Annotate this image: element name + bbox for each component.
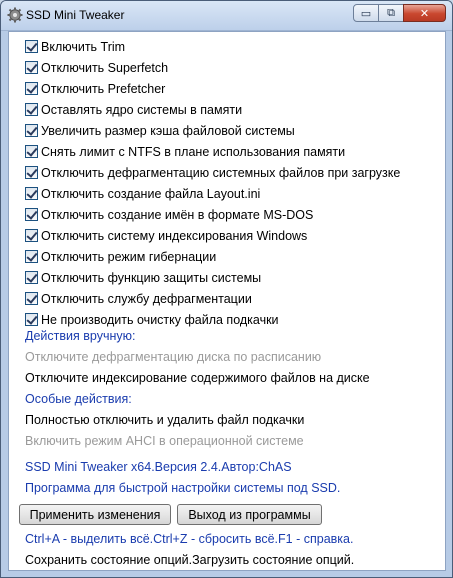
option-label: Отключить функцию защиты системы — [41, 270, 262, 285]
app-description: Программа для быстрой настройки системы … — [25, 481, 341, 495]
checkbox[interactable] — [25, 292, 38, 305]
exit-button[interactable]: Выход из программы — [177, 504, 322, 525]
option-label: Отключить дефрагментацию системных файло… — [41, 165, 401, 180]
option-disable-hibernation[interactable]: Отключить режим гибернации — [25, 246, 400, 267]
option-disable-superfetch[interactable]: Отключить Superfetch — [25, 57, 400, 78]
option-label: Отключить службу дефрагментации — [41, 291, 252, 306]
manual-action-scheduled-defrag: Отключите дефрагментацию диска по распис… — [25, 350, 322, 364]
minimize-button[interactable]: ▭ — [353, 4, 379, 22]
checkbox[interactable] — [25, 166, 38, 179]
option-disable-msdos-names[interactable]: Отключить создание имён в формате MS-DOS — [25, 204, 400, 225]
option-label: Включить Trim — [41, 39, 126, 54]
checkbox[interactable] — [25, 313, 38, 326]
minimize-icon: ▭ — [360, 6, 372, 20]
option-disable-boot-defrag[interactable]: Отключить дефрагментацию системных файло… — [25, 162, 400, 183]
client-area: Включить Trim Отключить Superfetch Отклю… — [8, 31, 446, 571]
manual-action-disable-content-indexing[interactable]: Отключите индексирование содержимого фай… — [25, 371, 370, 385]
apply-changes-button[interactable]: Применить изменения — [19, 504, 171, 525]
save-load-state-links[interactable]: Сохранить состояние опций.Загрузить сост… — [25, 553, 354, 567]
checkbox[interactable] — [25, 82, 38, 95]
restore-icon: ⧉ — [387, 6, 395, 19]
window-controls: ▭ ⧉ ✕ — [353, 4, 446, 22]
checkbox[interactable] — [25, 187, 38, 200]
checkbox[interactable] — [25, 103, 38, 116]
window-title: SSD Mini Tweaker — [26, 8, 125, 22]
option-disable-defrag-service[interactable]: Отключить службу дефрагментации — [25, 288, 400, 309]
special-action-remove-pagefile[interactable]: Полностью отключить и удалить файл подка… — [25, 413, 304, 427]
option-disable-prefetcher[interactable]: Отключить Prefetcher — [25, 78, 400, 99]
version-info: SSD Mini Tweaker x64.Версия 2.4.Автор:Ch… — [25, 460, 292, 474]
option-label: Оставлять ядро системы в памяти — [41, 102, 243, 117]
title-bar[interactable]: SSD Mini Tweaker ▭ ⧉ ✕ — [1, 1, 452, 31]
special-actions-heading: Особые действия: — [25, 392, 132, 406]
gear-app-icon — [7, 7, 23, 23]
option-label: Отключить режим гибернации — [41, 249, 217, 264]
option-keep-kernel-in-memory[interactable]: Оставлять ядро системы в памяти — [25, 99, 400, 120]
checkbox[interactable] — [25, 40, 38, 53]
checkbox[interactable] — [25, 229, 38, 242]
close-icon: ✕ — [419, 6, 430, 20]
checkbox[interactable] — [25, 271, 38, 284]
shortcuts-hint: Ctrl+A - выделить всё.Ctrl+Z - сбросить … — [25, 532, 354, 546]
option-label: Отключить систему индексирования Windows — [41, 228, 308, 243]
checkbox[interactable] — [25, 61, 38, 74]
app-window: SSD Mini Tweaker ▭ ⧉ ✕ Включить Trim Отк… — [0, 0, 453, 578]
option-label: Отключить Superfetch — [41, 60, 169, 75]
restore-button[interactable]: ⧉ — [378, 4, 404, 22]
option-no-pagefile-clear[interactable]: Не производить очистку файла подкачки — [25, 309, 400, 330]
close-button[interactable]: ✕ — [403, 4, 446, 22]
manual-actions-heading: Действия вручную: — [25, 329, 136, 343]
option-label: Снять лимит с NTFS в плане использования… — [41, 144, 346, 159]
option-ntfs-memory-limit[interactable]: Снять лимит с NTFS в плане использования… — [25, 141, 400, 162]
option-label: Отключить Prefetcher — [41, 81, 166, 96]
option-label: Отключить создание имён в формате MS-DOS — [41, 207, 314, 222]
checkbox[interactable] — [25, 145, 38, 158]
options-list: Включить Trim Отключить Superfetch Отклю… — [25, 36, 400, 330]
option-label: Отключить создание файла Layout.ini — [41, 186, 261, 201]
option-label: Не производить очистку файла подкачки — [41, 312, 279, 327]
checkbox[interactable] — [25, 208, 38, 221]
option-disable-layout-ini[interactable]: Отключить создание файла Layout.ini — [25, 183, 400, 204]
checkbox[interactable] — [25, 124, 38, 137]
special-action-enable-ahci: Включить режим AHCI в операционной систе… — [25, 434, 304, 448]
option-disable-system-protection[interactable]: Отключить функцию защиты системы — [25, 267, 400, 288]
option-enable-trim[interactable]: Включить Trim — [25, 36, 400, 57]
checkbox[interactable] — [25, 250, 38, 263]
option-increase-fs-cache[interactable]: Увеличить размер кэша файловой системы — [25, 120, 400, 141]
option-label: Увеличить размер кэша файловой системы — [41, 123, 295, 138]
option-disable-indexing[interactable]: Отключить систему индексирования Windows — [25, 225, 400, 246]
